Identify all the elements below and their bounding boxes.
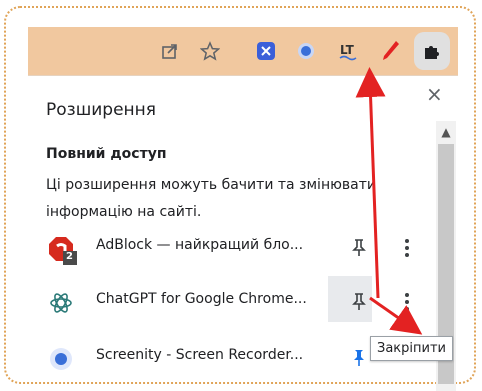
adblock-badge: 2 — [66, 251, 73, 262]
more-options-icon[interactable] — [400, 288, 414, 316]
extension-row-adblock[interactable]: 2 AdBlock — найкращий бло... — [28, 226, 436, 270]
scroll-up-arrow-icon[interactable]: ▲ — [436, 121, 456, 143]
extension-name: ChatGPT for Google Chrome... — [96, 291, 307, 307]
extension-blue-icon[interactable] — [252, 27, 280, 75]
pin-tooltip: Закріпити — [370, 336, 453, 361]
chatgpt-icon — [48, 290, 74, 316]
extension-circle-icon[interactable] — [292, 27, 320, 75]
extension-name: Screenity - Screen Recorder... — [96, 347, 304, 363]
share-icon[interactable] — [156, 27, 184, 75]
pin-icon[interactable] — [348, 236, 370, 260]
puzzle-icon — [422, 41, 442, 65]
browser-toolbar: LT — [28, 27, 458, 75]
star-icon[interactable] — [196, 27, 224, 75]
pin-icon[interactable] — [348, 290, 370, 314]
close-button[interactable]: × — [426, 82, 443, 106]
panel-title: Розширення — [46, 100, 157, 120]
divider — [28, 75, 458, 76]
languagetool-icon[interactable]: LT — [336, 27, 364, 75]
screenity-icon — [48, 346, 74, 372]
svg-text:LT: LT — [340, 43, 355, 57]
pen-icon[interactable] — [376, 27, 404, 75]
section-description: Ці розширення можуть бачити та змінювати… — [46, 177, 376, 220]
extension-row-chatgpt[interactable]: ChatGPT for Google Chrome... — [28, 276, 436, 324]
adblock-icon: 2 — [48, 236, 77, 265]
extension-name: AdBlock — найкращий бло... — [96, 237, 304, 253]
extensions-menu-button[interactable] — [414, 32, 450, 70]
pin-active-icon[interactable] — [348, 346, 370, 370]
more-options-icon[interactable] — [400, 234, 414, 262]
section-heading: Повний доступ — [46, 146, 167, 162]
